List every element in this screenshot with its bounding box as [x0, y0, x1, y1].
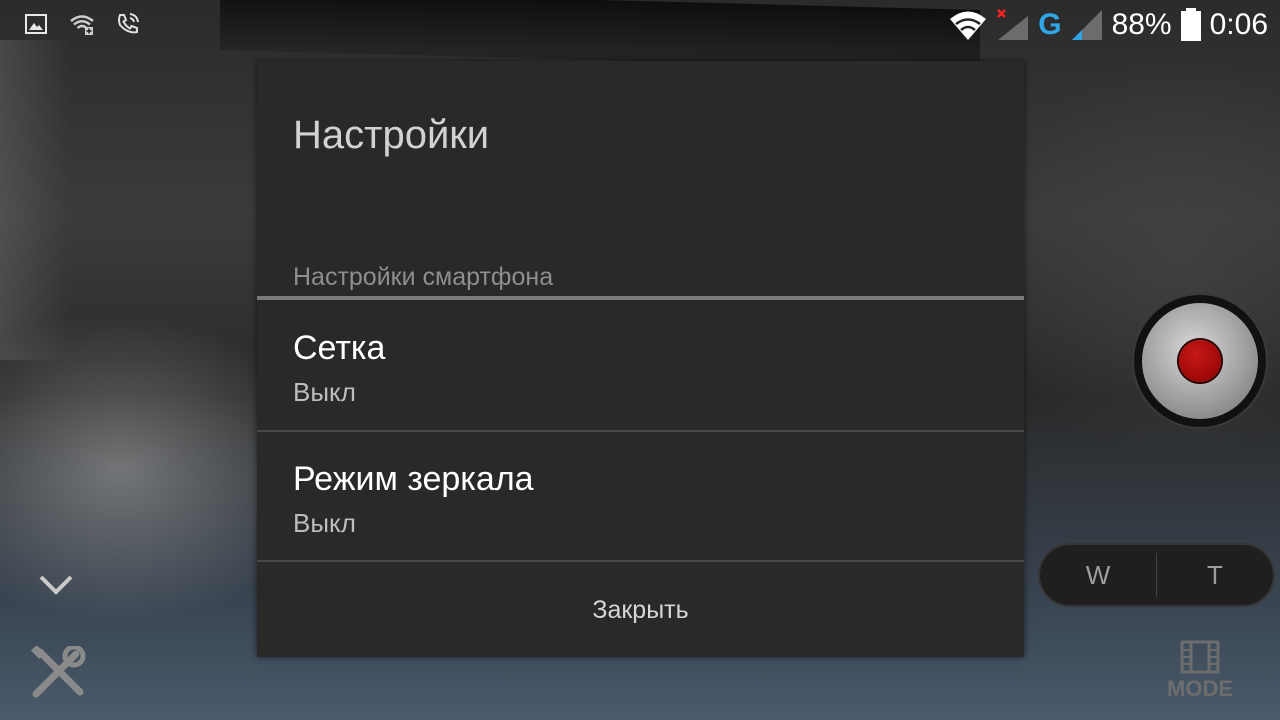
signal-no-service-icon — [997, 9, 1029, 40]
network-type-label: G — [1038, 8, 1062, 41]
category-divider — [257, 296, 1024, 300]
dialog-title: Настройки — [293, 113, 490, 157]
setting-mirror-mode[interactable]: Режим зеркала Выкл — [257, 432, 1024, 562]
settings-tools-icon[interactable] — [30, 646, 86, 700]
battery-icon — [1180, 8, 1201, 41]
setting-mirror-mode-title: Режим зеркала — [293, 460, 534, 498]
zoom-tele-button[interactable]: T — [1157, 545, 1273, 605]
battery-percent: 88% — [1111, 8, 1172, 41]
zoom-wide-button[interactable]: W — [1040, 545, 1156, 605]
settings-dialog: Настройки Настройки смартфона Сетка Выкл… — [257, 61, 1024, 657]
wifi-icon — [950, 11, 987, 40]
record-icon — [1179, 340, 1221, 382]
chevron-down-icon[interactable] — [38, 572, 74, 598]
mode-button[interactable]: MODE — [1160, 640, 1240, 702]
mode-label: MODE — [1167, 676, 1233, 701]
close-button[interactable]: Закрыть — [257, 563, 1024, 657]
setting-grid-title: Сетка — [293, 329, 386, 367]
row-divider — [257, 560, 1024, 562]
phone-wifi-call-icon — [118, 13, 139, 34]
record-button-ring — [1142, 303, 1258, 419]
status-bar: G 88% 0:06 — [0, 0, 1280, 50]
film-icon — [1180, 640, 1220, 674]
setting-grid[interactable]: Сетка Выкл — [257, 301, 1024, 431]
record-button[interactable] — [1134, 295, 1266, 427]
setting-grid-value: Выкл — [293, 377, 356, 407]
wifi-add-icon — [70, 15, 94, 35]
signal-icon — [1071, 10, 1102, 40]
setting-mirror-mode-value: Выкл — [293, 508, 356, 538]
category-header: Настройки смартфона — [293, 263, 554, 291]
background-lamp-blur — [0, 40, 70, 360]
image-icon — [25, 14, 47, 34]
zoom-control: W T — [1040, 545, 1273, 605]
clock: 0:06 — [1209, 8, 1268, 41]
